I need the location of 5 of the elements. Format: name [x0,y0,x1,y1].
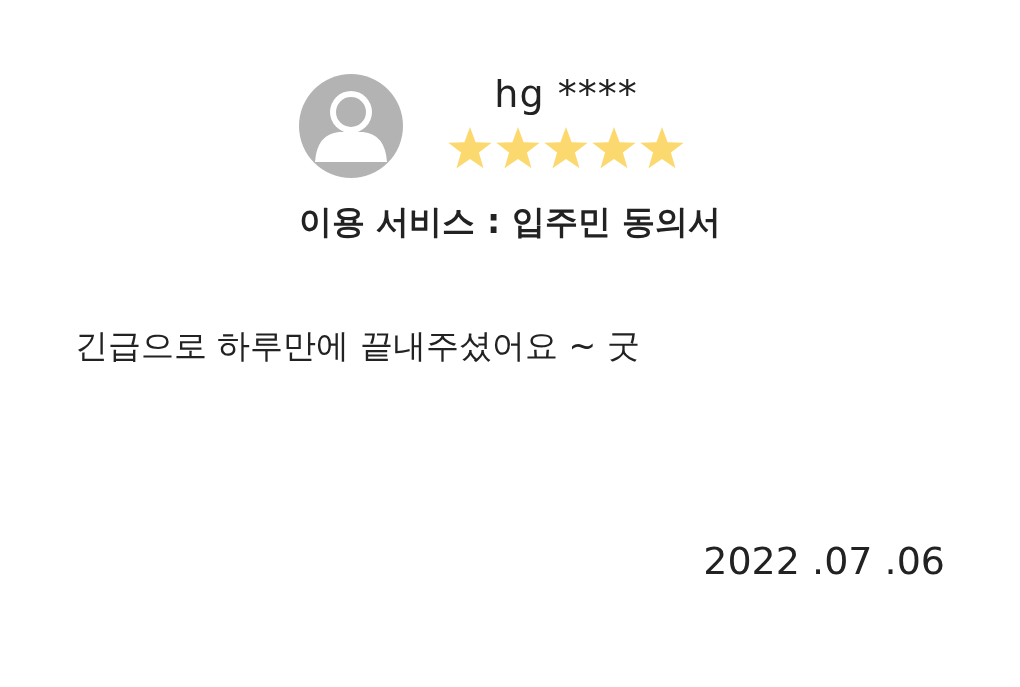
reviewer-name: hg **** [494,71,638,118]
review-text: 긴급으로 하루만에 끝내주셨어요 ~ 굿 [75,325,641,367]
avatar-icon [299,74,403,178]
service-label: 이용 서비스 : 입주민 동의서 [297,201,723,243]
review-date: 2022 .07 .06 [702,538,945,584]
